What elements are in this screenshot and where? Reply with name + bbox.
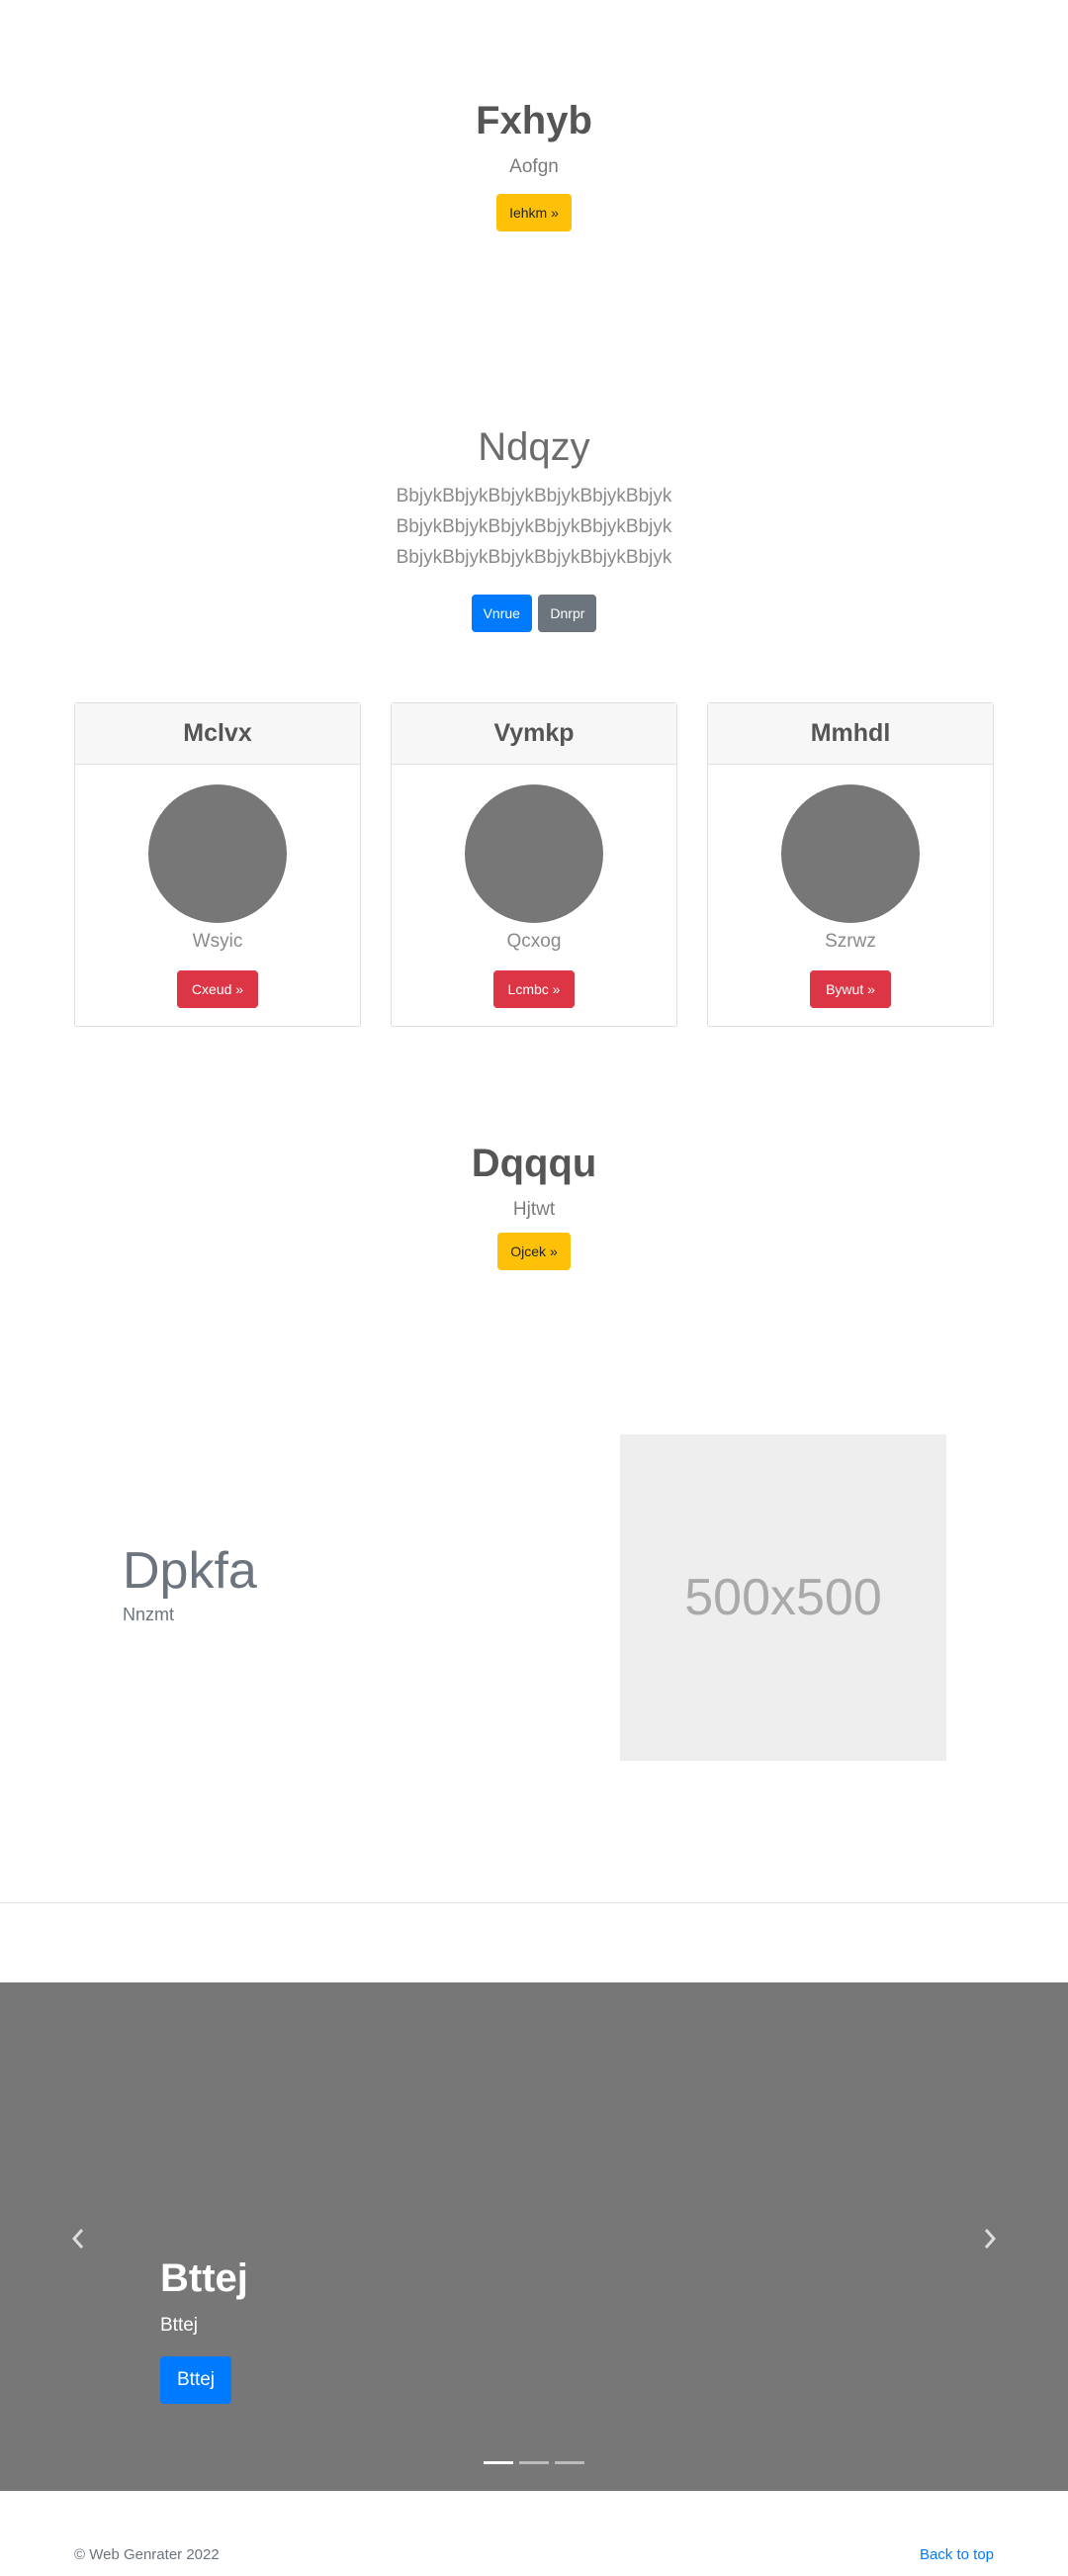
- carousel-caption: Bttej Bttej Bttej: [160, 2254, 248, 2404]
- hero-section-1: Fxhyb Aofgn Iehkm »: [0, 95, 1068, 231]
- lead-primary-button[interactable]: Vnrue: [471, 595, 532, 632]
- card-title: Vymkp: [392, 703, 676, 765]
- card-button[interactable]: Cxeud »: [177, 970, 258, 1008]
- hero-subtitle: Hjtwt: [512, 1199, 556, 1220]
- card-button[interactable]: Lcmbc »: [493, 970, 575, 1008]
- chevron-left-icon[interactable]: [63, 2220, 93, 2259]
- avatar: [465, 784, 603, 923]
- back-to-top-link[interactable]: Back to top: [920, 2546, 994, 2563]
- hero-button[interactable]: Iehkm »: [496, 194, 572, 231]
- lead-button-group: Vnrue Dnrpr: [0, 595, 1068, 632]
- carousel: Bttej Bttej Bttej: [0, 1982, 1068, 2491]
- hero-title: Dqqqu: [471, 1142, 597, 1185]
- section-divider: [0, 1902, 1068, 1903]
- chevron-right-icon[interactable]: [975, 2220, 1005, 2259]
- feature-image-placeholder: 500x500: [620, 1434, 946, 1761]
- card-title: Mclvx: [75, 703, 360, 765]
- card-button[interactable]: Bywut »: [810, 970, 891, 1008]
- carousel-indicator[interactable]: [555, 2461, 584, 2464]
- card: Mclvx Wsyic Cxeud »: [74, 702, 361, 1027]
- lead-text: BbjykBbjykBbjykBbjykBbjykBbjyk BbjykBbjy…: [396, 486, 672, 568]
- lead-secondary-button[interactable]: Dnrpr: [538, 595, 597, 632]
- card: Vymkp Qcxog Lcmbc »: [391, 702, 677, 1027]
- footer-copyright: © Web Genrater 2022: [74, 2546, 220, 2563]
- carousel-caption-text: Bttej: [160, 2315, 199, 2336]
- carousel-indicators: [0, 2461, 1068, 2464]
- card-grid: Mclvx Wsyic Cxeud » Vymkp Qcxog Lcmbc » …: [0, 702, 1068, 1029]
- carousel-caption-title: Bttej: [160, 2256, 248, 2300]
- card-name: Wsyic: [192, 931, 243, 952]
- card: Mmhdl Szrwz Bywut »: [707, 702, 994, 1027]
- card-name: Qcxog: [506, 931, 562, 952]
- card-name: Szrwz: [825, 931, 876, 952]
- image-placeholder-label: 500x500: [684, 1569, 882, 1626]
- lead-title: Ndqzy: [478, 425, 590, 469]
- hero-subtitle: Aofgn: [509, 156, 559, 177]
- hero-button[interactable]: Ojcek »: [497, 1233, 571, 1270]
- carousel-indicator[interactable]: [484, 2461, 513, 2464]
- card-title: Mmhdl: [708, 703, 993, 765]
- hero-title: Fxhyb: [476, 99, 592, 142]
- carousel-indicator[interactable]: [519, 2461, 549, 2464]
- lead-section: Ndqzy BbjykBbjykBbjykBbjykBbjykBbjyk Bbj…: [0, 421, 1068, 632]
- feature-text: Dpkfa Nnzmt: [123, 1539, 257, 1625]
- footer: © Web Genrater 2022 Back to top: [0, 2491, 1068, 2576]
- feature-subtitle: Nnzmt: [123, 1605, 175, 1624]
- hero-section-2: Dqqqu Hjtwt Ojcek »: [0, 1138, 1068, 1270]
- avatar: [148, 784, 287, 923]
- avatar: [781, 784, 920, 923]
- carousel-caption-button[interactable]: Bttej: [160, 2356, 232, 2404]
- feature-title: Dpkfa: [123, 1542, 257, 1600]
